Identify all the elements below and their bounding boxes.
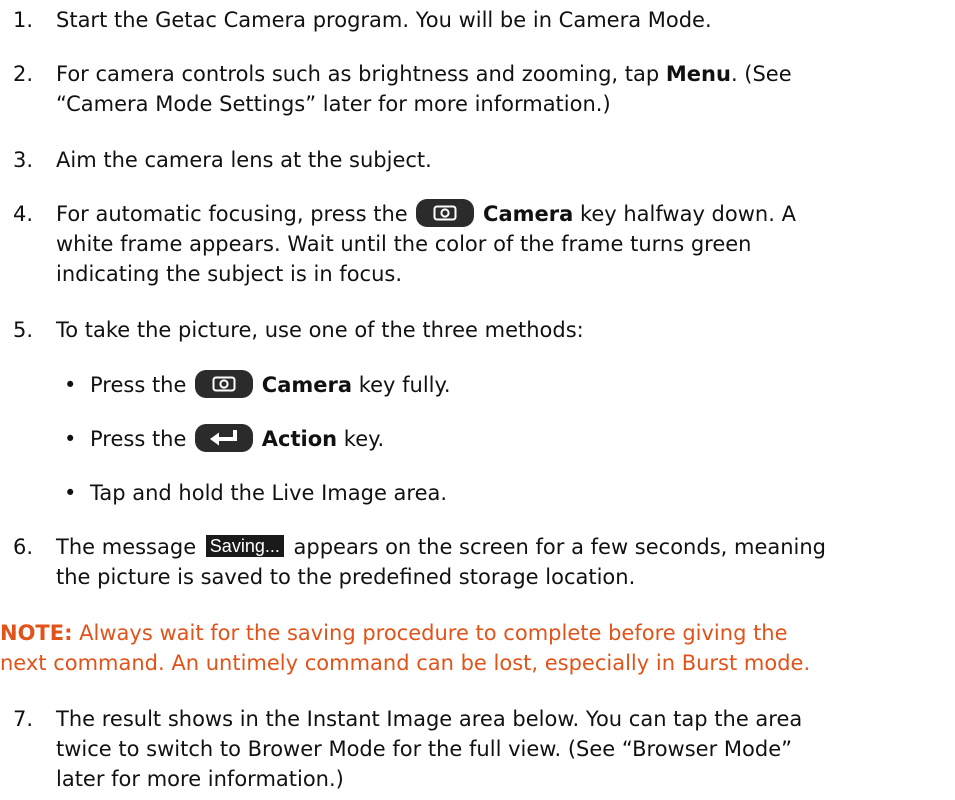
step-text: To take the picture, use one of the thre…: [56, 318, 584, 342]
step-text: . (See: [730, 62, 792, 86]
step-number: 5.: [13, 318, 34, 342]
bullet-text: Press the: [90, 427, 194, 451]
saving-message-badge: Saving...: [205, 535, 284, 557]
camera-keyword: Camera: [483, 202, 574, 226]
step-text: indicating the subject is in focus.: [56, 262, 403, 286]
step-number: 6.: [13, 535, 34, 559]
step-text: later for more information.): [56, 767, 344, 791]
step-text: For automatic focusing, press the: [56, 202, 415, 226]
step-text: The message: [56, 535, 203, 559]
step-text: Aim the camera lens at the subject.: [56, 148, 432, 172]
bullet-dot: •: [64, 373, 77, 397]
bullet-text: key.: [337, 427, 385, 451]
note-label: NOTE:: [0, 621, 73, 645]
note-block: NOTE: Always wait for the saving procedu…: [0, 618, 955, 678]
step-text: twice to switch to Brower Mode for the f…: [56, 737, 792, 761]
bullet-text: key fully.: [352, 373, 451, 397]
step-text: For camera controls such as brightness a…: [56, 62, 666, 86]
step-text: “Camera Mode Settings” later for more in…: [56, 92, 611, 116]
menu-keyword: Menu: [665, 62, 731, 86]
bullet-dot: •: [64, 481, 77, 505]
step-text: The result shows in the Instant Image ar…: [56, 707, 803, 731]
bullet-dot: •: [64, 427, 77, 451]
bullet-text: Press the: [90, 373, 194, 397]
step-text: appears on the screen for a few seconds,…: [286, 535, 827, 559]
step-text: white frame appears. Wait until the colo…: [56, 232, 752, 256]
step-number: 3.: [13, 148, 34, 172]
step-number: 4.: [13, 202, 34, 226]
note-text: Always wait for the saving procedure to …: [72, 621, 788, 645]
step-text: key halfway down. A: [573, 202, 796, 226]
step-number: 1.: [13, 8, 34, 32]
instruction-document: 1. Start the Getac Camera program. You w…: [0, 0, 955, 800]
camera-keyword: Camera: [261, 373, 353, 397]
step-number: 2.: [13, 62, 34, 86]
step-number: 7.: [13, 707, 34, 731]
camera-key-icon: [416, 199, 475, 227]
action-key-icon: [195, 424, 254, 452]
bullet-text: Tap and hold the Live Image area.: [90, 481, 448, 505]
step-text: the picture is saved to the predefined s…: [56, 565, 636, 589]
action-keyword: Action: [261, 427, 338, 451]
camera-key-icon: [195, 370, 254, 398]
step-text: Start the Getac Camera program. You will…: [56, 8, 712, 32]
note-text: next command. An untimely command can be…: [0, 651, 811, 675]
